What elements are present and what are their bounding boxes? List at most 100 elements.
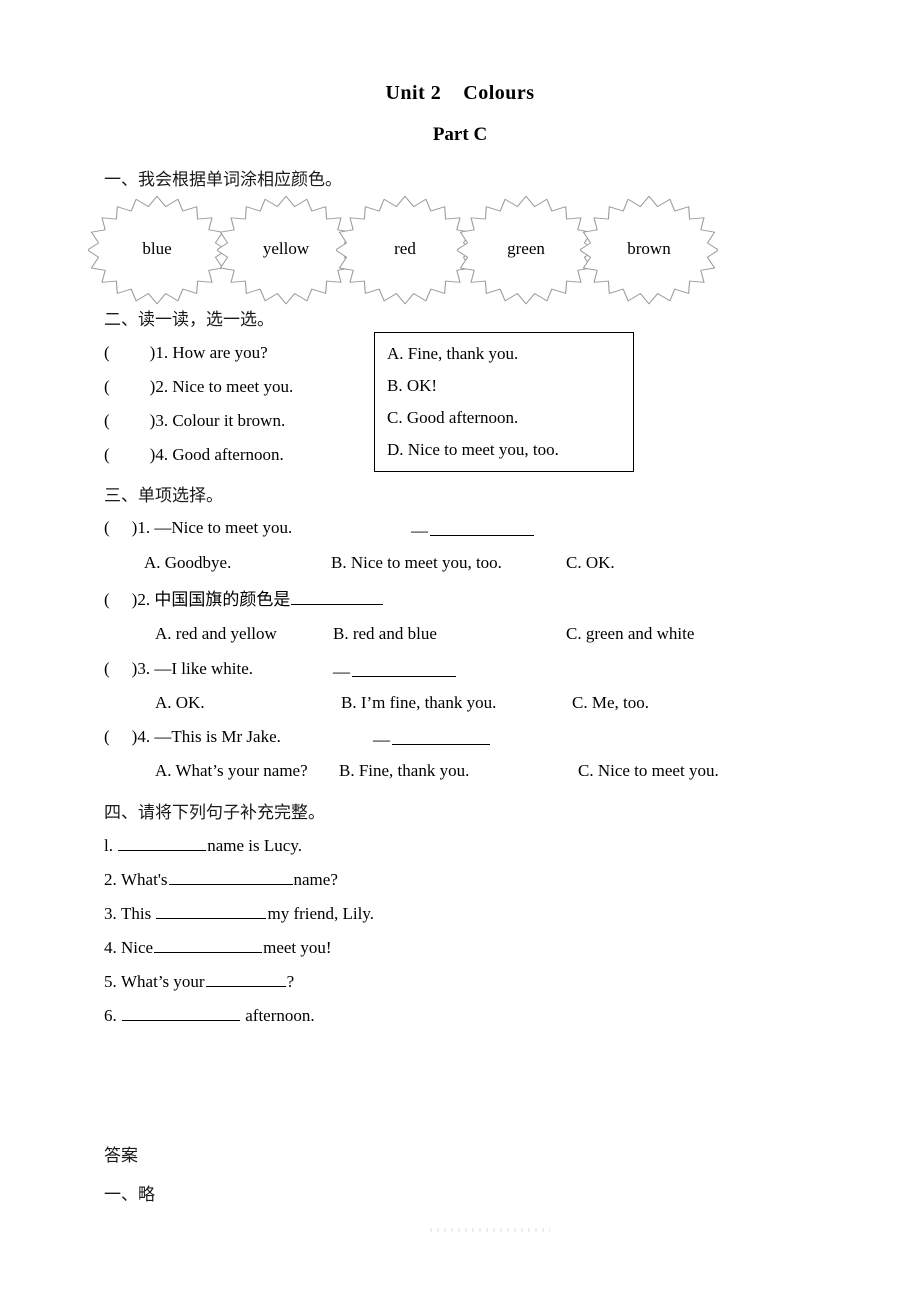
section2-options-box: A. Fine, thank you. B. OK! C. Good after… bbox=[374, 332, 634, 472]
item-text-after: name? bbox=[293, 870, 338, 890]
answer-paren-q1[interactable]: () bbox=[104, 518, 137, 538]
section3-q3-choice-a[interactable]: A. OK. bbox=[155, 693, 205, 713]
item-text: Colour it brown. bbox=[172, 411, 286, 430]
unit-title: Unit 2 bbox=[385, 82, 442, 104]
paren-open: ( bbox=[104, 445, 110, 464]
flower-label-green: green bbox=[507, 239, 545, 258]
fill-blank[interactable] bbox=[205, 970, 286, 988]
answer-paren-q2[interactable]: () bbox=[104, 590, 137, 610]
item-text: Good afternoon. bbox=[172, 445, 284, 464]
flower-label-brown: brown bbox=[627, 239, 671, 258]
section3-question-3[interactable]: ()3. —I like white. bbox=[104, 659, 254, 679]
fill-blank[interactable] bbox=[352, 660, 456, 678]
section3-q4-choice-a[interactable]: A. What’s your name? bbox=[155, 761, 308, 781]
answer-paren-q3[interactable]: () bbox=[104, 659, 137, 679]
section4-item-6[interactable]: 6. afternoon. bbox=[104, 1004, 315, 1026]
section3-q3-choice-b[interactable]: B. I’m fine, thank you. bbox=[341, 693, 496, 713]
dash-mark: — bbox=[411, 521, 428, 541]
item-number: 1. bbox=[155, 343, 169, 362]
item-number: 2. bbox=[137, 590, 151, 610]
item-number: 3. bbox=[155, 411, 169, 430]
option-a[interactable]: A. Fine, thank you. bbox=[387, 344, 518, 364]
answer-paren-4[interactable]: () bbox=[104, 445, 155, 465]
flower-shape-1: blue bbox=[88, 193, 226, 305]
worksheet-page: Unit 2 Colours Part C 一、我会根据单词涂相应颜色。 blue… bbox=[0, 0, 920, 1302]
paren-open: ( bbox=[104, 590, 110, 610]
item-number: l. bbox=[104, 836, 113, 856]
fill-blank[interactable] bbox=[392, 728, 490, 746]
dash-mark: — bbox=[333, 662, 350, 682]
paren-open: ( bbox=[104, 659, 110, 678]
section3-q1-choice-a[interactable]: A. Goodbye. bbox=[144, 553, 231, 573]
section3-q3-answer-slot[interactable]: — bbox=[333, 660, 457, 682]
fill-blank[interactable] bbox=[291, 588, 384, 606]
item-number: 3. bbox=[104, 904, 117, 924]
item-text-before: What's bbox=[121, 870, 168, 890]
paren-open: ( bbox=[104, 518, 110, 537]
section3-question-1[interactable]: ()1. —Nice to meet you. bbox=[104, 518, 293, 538]
flower-shape-2: yellow bbox=[217, 193, 355, 305]
unit-name: Colours bbox=[463, 82, 535, 104]
flower-label-blue: blue bbox=[142, 239, 172, 258]
page-title: Unit 2 Colours bbox=[0, 82, 920, 105]
section3-question-4[interactable]: ()4. —This is Mr Jake. bbox=[104, 727, 281, 747]
item-text-after: meet you! bbox=[263, 938, 332, 958]
section3-q1-choice-b[interactable]: B. Nice to meet you, too. bbox=[331, 553, 502, 573]
section2-item-2[interactable]: ()2. Nice to meet you. bbox=[104, 377, 294, 397]
question-prompt: —This is Mr Jake. bbox=[154, 727, 281, 746]
fill-blank[interactable] bbox=[122, 1004, 240, 1022]
answers-heading: 答案 bbox=[104, 1146, 138, 1166]
answer-paren-1[interactable]: () bbox=[104, 343, 155, 363]
fill-blank[interactable] bbox=[430, 519, 534, 537]
section1-heading: 一、我会根据单词涂相应颜色。 bbox=[104, 170, 342, 190]
section2-heading: 二、读一读，选一选。 bbox=[104, 310, 274, 330]
section4-item-4[interactable]: 4. Nice meet you! bbox=[104, 936, 332, 958]
section4-item-5[interactable]: 5. What’s your? bbox=[104, 970, 294, 992]
item-number: 4. bbox=[137, 727, 151, 746]
item-text-before: This bbox=[121, 904, 156, 924]
item-number: 1. bbox=[137, 518, 151, 537]
fill-blank[interactable] bbox=[154, 936, 263, 954]
answer-paren-3[interactable]: () bbox=[104, 411, 155, 431]
part-title: Part C bbox=[432, 124, 488, 145]
option-c[interactable]: C. Good afternoon. bbox=[387, 408, 518, 428]
answer-paren-2[interactable]: () bbox=[104, 377, 155, 397]
fill-blank[interactable] bbox=[118, 834, 207, 852]
section3-q2-choice-c[interactable]: C. green and white bbox=[566, 624, 694, 644]
flower-shape-5: brown bbox=[580, 193, 718, 305]
section2-item-4[interactable]: ()4. Good afternoon. bbox=[104, 445, 284, 465]
question-prompt: —I like white. bbox=[154, 659, 254, 678]
section4-item-2[interactable]: 2. What's name? bbox=[104, 868, 338, 890]
item-number: 5. bbox=[104, 972, 117, 992]
section3-q4-answer-slot[interactable]: — bbox=[373, 728, 491, 750]
section3-q3-choice-c[interactable]: C. Me, too. bbox=[572, 693, 649, 713]
section4-item-1[interactable]: l. name is Lucy. bbox=[104, 834, 302, 856]
section4-item-3[interactable]: 3. This my friend, Lily. bbox=[104, 902, 374, 924]
item-number: 2. bbox=[104, 870, 117, 890]
item-number: 6. bbox=[104, 1006, 117, 1026]
section3-question-2[interactable]: ()2. 中国国旗的颜色是 bbox=[104, 588, 384, 610]
section3-q4-choice-c[interactable]: C. Nice to meet you. bbox=[578, 761, 719, 781]
question-prompt: —Nice to meet you. bbox=[154, 518, 293, 537]
option-d[interactable]: D. Nice to meet you, too. bbox=[387, 440, 559, 460]
fill-blank[interactable] bbox=[156, 902, 267, 920]
option-b[interactable]: B. OK! bbox=[387, 376, 437, 396]
paren-open: ( bbox=[104, 377, 110, 396]
section2-item-1[interactable]: ()1. How are you? bbox=[104, 343, 268, 363]
item-text: Nice to meet you. bbox=[172, 377, 294, 396]
section2-item-3[interactable]: ()3. Colour it brown. bbox=[104, 411, 286, 431]
answer-paren-q4[interactable]: () bbox=[104, 727, 137, 747]
flower-shape-4: green bbox=[457, 193, 595, 305]
section3-q2-choice-b[interactable]: B. red and blue bbox=[333, 624, 437, 644]
item-text-after: name is Lucy. bbox=[207, 836, 302, 856]
section3-q1-choice-c[interactable]: C. OK. bbox=[566, 553, 615, 573]
section3-q2-choice-a[interactable]: A. red and yellow bbox=[155, 624, 277, 644]
fill-blank[interactable] bbox=[168, 868, 293, 886]
dash-mark: — bbox=[373, 730, 390, 750]
section3-q1-answer-slot[interactable]: — bbox=[411, 519, 535, 541]
item-text-after: afternoon. bbox=[241, 1006, 315, 1026]
item-number: 3. bbox=[137, 659, 151, 678]
answers-item-1: 一、略 bbox=[104, 1185, 155, 1205]
section3-q4-choice-b[interactable]: B. Fine, thank you. bbox=[339, 761, 469, 781]
item-text-before: What’s your bbox=[121, 972, 205, 992]
